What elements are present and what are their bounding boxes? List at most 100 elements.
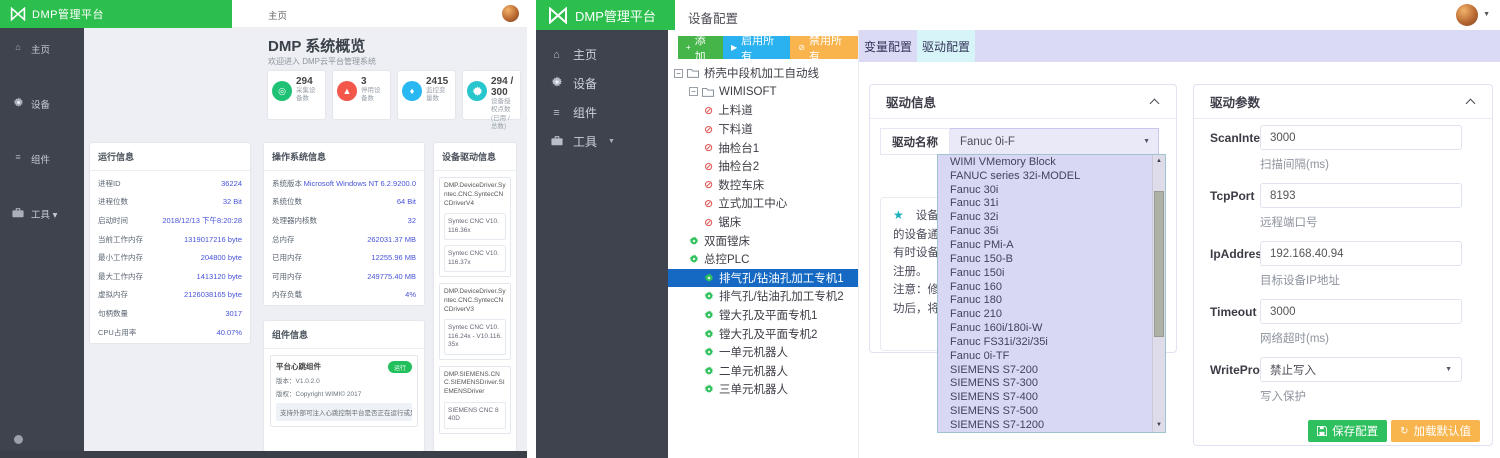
- driver-group-name: DMP.SIEMENS.CNC.SIEMENSDriver.SIEMENSDri…: [444, 370, 505, 396]
- 添加-button[interactable]: + 添加: [678, 35, 724, 63]
- tree-node[interactable]: 三单元机器人: [668, 380, 858, 399]
- dropdown-option[interactable]: SIEMENS S7-1200: [938, 418, 1165, 432]
- run-info-card: 运行信息 进程ID 36224 进程位数 32 Bit 启动时间 2018/12/13 下…: [90, 143, 250, 343]
- avatar[interactable]: [1456, 4, 1478, 26]
- tree-node[interactable]: 一单元机器人: [668, 343, 858, 362]
- home-icon: ⌂: [15, 42, 21, 52]
- dropdown-option[interactable]: SIEMENS S7-300: [938, 377, 1165, 391]
- param-field-WriteProtect: WriteProtect 禁止写入 ▼ 写入保护: [1210, 357, 1476, 409]
- tree-node[interactable]: − WIMISOFT: [668, 83, 858, 102]
- sidebar-item-组件[interactable]: ≡ 组件: [536, 98, 668, 127]
- star-icon: ★: [893, 208, 904, 222]
- warning-icon: ▲: [337, 81, 357, 101]
- collapse-minus-icon[interactable]: −: [689, 87, 698, 97]
- dropdown-scrollbar[interactable]: ▲ ▼: [1152, 155, 1165, 432]
- info-value: 4%: [405, 290, 416, 300]
- sidebar-item-工具[interactable]: 工具 ▾: [0, 207, 84, 262]
- dropdown-option[interactable]: Fanuc 160: [938, 280, 1165, 294]
- 启用所有-button[interactable]: ▶ 启用所有: [723, 35, 791, 63]
- dropdown-option[interactable]: Fanuc 31i: [938, 197, 1165, 211]
- sidebar-item-工具[interactable]: 工具 ▼: [536, 127, 668, 156]
- tree-node[interactable]: 双面镗床: [668, 231, 858, 250]
- ScanInterval-input[interactable]: [1260, 125, 1462, 150]
- dropdown-option[interactable]: SIEMENS S7-500: [938, 404, 1165, 418]
- tree-node[interactable]: 镗大孔及平面专机2: [668, 324, 858, 343]
- scrollbar-thumb[interactable]: [1154, 191, 1164, 337]
- disabled-icon: ⊘: [704, 160, 714, 173]
- scroll-up-icon[interactable]: ▲: [1153, 155, 1165, 168]
- info-value: 262031.37 MB: [367, 234, 416, 244]
- tree-node[interactable]: ⊘ 抽检台2: [668, 157, 858, 176]
- tree-node[interactable]: 总控PLC: [668, 250, 858, 269]
- dropdown-option[interactable]: Fanuc 150i: [938, 266, 1165, 280]
- dmp-app: DMP管理平台 设备配置 ▼ ⌂ 主页 设备 ≡ 组件 工具 ▼ + 添加 ▶ 启用所有 ⊘ 禁用所有…: [536, 0, 1500, 458]
- tree-node[interactable]: ⊘ 上料道: [668, 101, 858, 120]
- dropdown-option[interactable]: Fanuc 32i: [938, 210, 1165, 224]
- dropdown-option[interactable]: Fanuc FS31i/32i/35i: [938, 335, 1165, 349]
- IpAddress-input[interactable]: [1260, 241, 1462, 266]
- dropdown-option[interactable]: WIMI VMemory Block: [938, 155, 1165, 169]
- collapse-chevron-icon[interactable]: [1149, 98, 1160, 109]
- enabled-gear-icon: [704, 273, 714, 283]
- status-dot-icon: [14, 435, 23, 444]
- dropdown-option[interactable]: Fanuc 150-B: [938, 252, 1165, 266]
- tree-node[interactable]: 二单元机器人: [668, 362, 858, 381]
- param-label: IpAddress: [1210, 247, 1260, 261]
- dropdown-option[interactable]: Fanuc 0i-TF: [938, 349, 1165, 363]
- info-row: 已用内存 12255.96 MB: [264, 248, 424, 267]
- tree-node[interactable]: ⊘ 数控车床: [668, 176, 858, 195]
- info-value: 36224: [221, 178, 242, 188]
- card-title: 组件信息: [264, 321, 424, 349]
- param-label: WriteProtect: [1210, 363, 1260, 377]
- 保存配置-button[interactable]: 保存配置: [1308, 420, 1388, 442]
- sidebar-item-label: 工具: [573, 135, 598, 149]
- tree-node[interactable]: 镗大孔及平面专机1: [668, 306, 858, 325]
- info-value: 249775.40 MB: [367, 271, 416, 281]
- dropdown-option[interactable]: Fanuc 180: [938, 293, 1165, 307]
- 加载默认值-button[interactable]: ↻ 加载默认值: [1391, 420, 1480, 442]
- driver-name-select[interactable]: Fanuc 0i-F ▼: [950, 128, 1159, 155]
- tree-node[interactable]: ⊘ 抽检台1: [668, 138, 858, 157]
- tree-node[interactable]: 排气孔/钻油孔加工专机2: [668, 287, 858, 306]
- dropdown-option[interactable]: SIEMENS S7-400: [938, 390, 1165, 404]
- dropdown-option[interactable]: Fanuc 160i/180i-W: [938, 321, 1165, 335]
- dropdown-option[interactable]: SIEMENS S7-200: [938, 363, 1165, 377]
- tab-label: 变量配置: [863, 39, 912, 54]
- dropdown-option[interactable]: Fanuc 30i: [938, 183, 1165, 197]
- param-hint: 扫描间隔(ms): [1260, 159, 1329, 171]
- tree-node[interactable]: − 桥壳中段机加工自动线: [668, 64, 858, 83]
- target-icon: ◎: [272, 81, 292, 101]
- tree-node[interactable]: ⊘ 下料道: [668, 120, 858, 139]
- 禁用所有-button[interactable]: ⊘ 禁用所有: [790, 35, 858, 63]
- tab-驱动配置[interactable]: 驱动配置: [917, 30, 975, 62]
- TcpPort-input[interactable]: [1260, 183, 1462, 208]
- list-icon: ≡: [553, 106, 560, 119]
- info-value: 32 Bit: [222, 197, 242, 207]
- sidebar-item-主页[interactable]: ⌂ 主页: [536, 40, 668, 69]
- avatar[interactable]: [502, 5, 519, 22]
- Timeout-input[interactable]: [1260, 299, 1462, 324]
- button-label: 启用所有: [741, 34, 775, 63]
- tree-node[interactable]: 排气孔/钻油孔加工专机1: [668, 268, 858, 288]
- collapse-minus-icon[interactable]: −: [674, 68, 683, 78]
- enabled-gear-icon: [704, 310, 714, 320]
- tree-node[interactable]: ⊘ 锯床: [668, 213, 858, 232]
- status-badge: 运行: [387, 361, 412, 373]
- WriteProtect-select[interactable]: 禁止写入 ▼: [1260, 357, 1462, 382]
- sidebar-item-设备[interactable]: 设备: [0, 97, 84, 152]
- dropdown-option[interactable]: Fanuc 35i: [938, 224, 1165, 238]
- sidebar-item-主页[interactable]: ⌂ 主页: [0, 42, 84, 97]
- scroll-down-icon[interactable]: ▼: [1153, 419, 1165, 432]
- sidebar-item-设备[interactable]: 设备: [536, 69, 668, 98]
- dropdown-option[interactable]: Fanuc PMi-A: [938, 238, 1165, 252]
- tree-node[interactable]: ⊘ 立式加工中心: [668, 194, 858, 213]
- stat-card: ◎ 294 采集设备数: [268, 71, 325, 119]
- param-label: ScanInterval: [1210, 131, 1260, 145]
- stat-cards: ◎ 294 采集设备数 ▲ 3 停用设备数 ♦ 2415 监控变量数 294 / 300 设备授权点…: [268, 71, 520, 130]
- info-row: 内存负载 4%: [264, 286, 424, 305]
- sidebar-item-组件[interactable]: ≡ 组件: [0, 152, 84, 207]
- tab-变量配置[interactable]: 变量配置: [859, 30, 917, 62]
- dropdown-option[interactable]: FANUC series 32i-MODEL: [938, 169, 1165, 183]
- avatar-caret-icon[interactable]: ▼: [1483, 11, 1490, 18]
- dropdown-option[interactable]: Fanuc 210: [938, 307, 1165, 321]
